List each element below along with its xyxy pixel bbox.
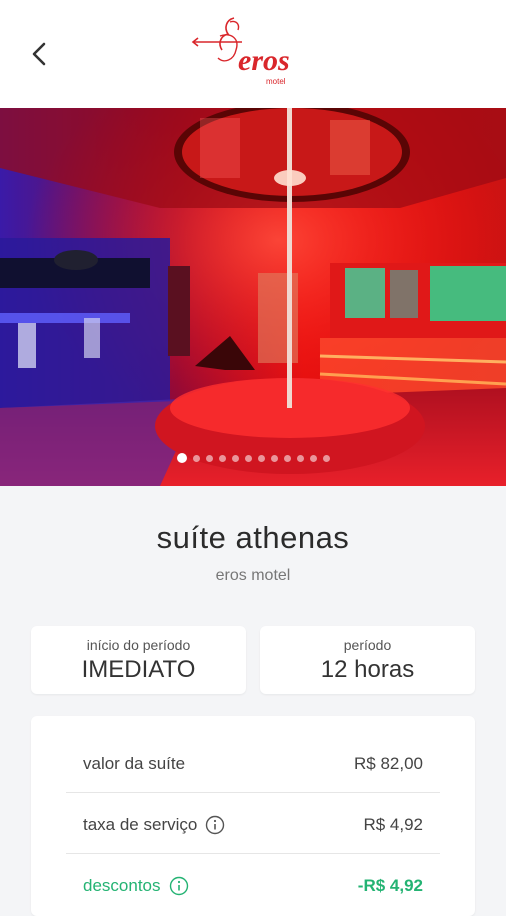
- top-bar: eros motel: [0, 0, 506, 108]
- period-start-label: início do período: [86, 637, 191, 653]
- suite-name: suíte athenas: [156, 520, 350, 555]
- chevron-left-icon: [32, 42, 46, 66]
- gallery-dot[interactable]: [257, 454, 265, 462]
- pricing-card: valor da suíte R$ 82,00 taxa de serviço …: [31, 716, 475, 916]
- period-duration-label: período: [343, 637, 392, 653]
- period-duration-card[interactable]: período 12 horas: [260, 626, 475, 694]
- divider: [66, 853, 440, 854]
- gallery-pagination[interactable]: [0, 452, 506, 464]
- suite-price-row: valor da suíte R$ 82,00: [83, 734, 423, 794]
- service-fee-row: taxa de serviço R$ 4,92: [83, 795, 423, 855]
- discount-label: descontos: [83, 876, 161, 895]
- gallery-dot[interactable]: [309, 454, 317, 462]
- gallery-dot[interactable]: [244, 454, 252, 462]
- gallery-dot[interactable]: [205, 454, 213, 462]
- service-fee-value: R$ 4,92: [363, 815, 423, 834]
- divider: [66, 792, 440, 793]
- discount-value: -R$ 4,92: [357, 876, 423, 895]
- period-start-value: IMEDIATO: [81, 656, 196, 683]
- gallery-dot[interactable]: [283, 454, 291, 462]
- motel-name: eros motel: [215, 567, 291, 584]
- suite-price-label: valor da suíte: [83, 754, 186, 773]
- eros-logo: eros motel: [190, 14, 310, 90]
- period-duration-value: 12 horas: [320, 656, 415, 683]
- period-start-card[interactable]: início do período IMEDIATO: [31, 626, 246, 694]
- logo-subtext: motel: [266, 77, 286, 86]
- back-button[interactable]: [22, 36, 58, 72]
- gallery-dot[interactable]: [176, 453, 187, 463]
- gallery-dot[interactable]: [231, 454, 239, 462]
- gallery-dot[interactable]: [296, 454, 304, 462]
- info-icon[interactable]: [205, 815, 225, 835]
- logo-text: eros: [238, 44, 290, 77]
- gallery-dot[interactable]: [218, 454, 226, 462]
- gallery-dot[interactable]: [322, 454, 330, 462]
- discount-row: descontos -R$ 4,92: [83, 856, 423, 916]
- suite-price-value: R$ 82,00: [354, 754, 423, 773]
- gallery-dot[interactable]: [192, 454, 200, 462]
- service-fee-label: taxa de serviço: [83, 815, 198, 834]
- suite-photo-gallery[interactable]: [0, 108, 506, 486]
- gallery-dot[interactable]: [270, 454, 278, 462]
- info-icon[interactable]: [169, 876, 189, 896]
